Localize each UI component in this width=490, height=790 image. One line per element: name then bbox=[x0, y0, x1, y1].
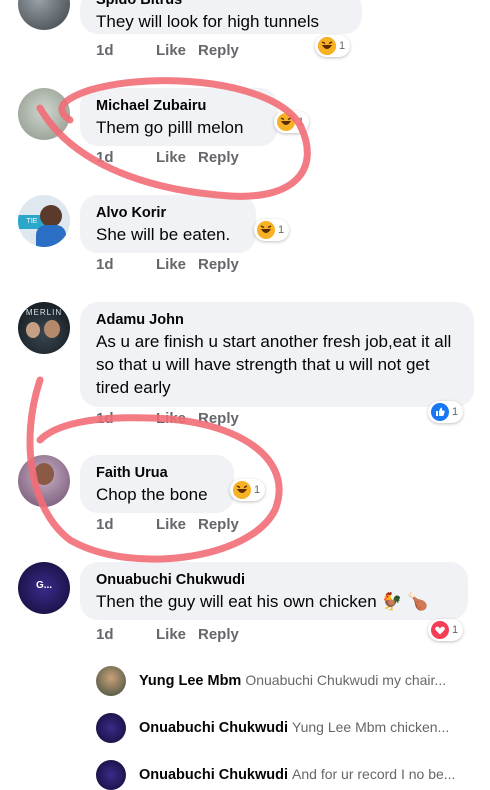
haha-icon bbox=[277, 113, 295, 131]
haha-icon bbox=[318, 37, 336, 55]
comment-author[interactable]: Onuabuchi Chukwudi bbox=[96, 571, 454, 589]
reply-author-name[interactable]: Onuabuchi Chukwudi bbox=[139, 767, 288, 783]
comment-time[interactable]: 1d bbox=[96, 256, 156, 273]
reply-button[interactable]: Reply bbox=[198, 42, 239, 59]
reaction-count: 1 bbox=[339, 40, 346, 52]
comment-time[interactable]: 1d bbox=[96, 410, 156, 427]
comment-bubble: Michael Zubairu Them go pilll melon bbox=[80, 88, 278, 146]
comment-author[interactable]: Spido Bitrus bbox=[96, 0, 348, 9]
avatar[interactable] bbox=[96, 713, 126, 743]
comment-actions: 1d Like Reply bbox=[96, 149, 239, 166]
avatar-label: G... bbox=[35, 580, 53, 591]
like-button[interactable]: Like bbox=[156, 626, 198, 643]
haha-icon bbox=[257, 221, 275, 239]
reply-button[interactable]: Reply bbox=[198, 256, 239, 273]
like-button[interactable]: Like bbox=[156, 516, 198, 533]
reply-author-name[interactable]: Yung Lee Mbm bbox=[139, 673, 241, 689]
reaction-badge[interactable]: 1 bbox=[254, 219, 290, 241]
reaction-badge[interactable]: 1 bbox=[274, 111, 310, 133]
reply-snippet: And for ur record I no be... bbox=[292, 766, 456, 782]
comment-bubble: Alvo Korir She will be eaten. bbox=[80, 195, 256, 253]
reaction-badge[interactable]: 1 bbox=[315, 35, 351, 57]
reply-button[interactable]: Reply bbox=[198, 149, 239, 166]
reply-item[interactable]: Onuabuchi Chukwudi Yung Lee Mbm chicken..… bbox=[96, 713, 486, 743]
comment-text: She will be eaten. bbox=[96, 225, 231, 244]
reaction-count: 1 bbox=[452, 406, 459, 418]
comment-bubble: Faith Urua Chop the bone bbox=[80, 455, 234, 513]
like-button[interactable]: Like bbox=[156, 42, 198, 59]
comment-text: Then the guy will eat his own chicken 🐓 … bbox=[96, 592, 429, 611]
comment-text: They will look for high tunnels bbox=[96, 12, 320, 31]
comment-author[interactable]: Alvo Korir bbox=[96, 204, 242, 222]
avatar[interactable]: MERLIN bbox=[18, 302, 70, 354]
comment-bubble: Spido Bitrus They will look for high tun… bbox=[80, 0, 362, 34]
comment-actions: 1d Like Reply bbox=[96, 516, 239, 533]
avatar[interactable] bbox=[96, 666, 126, 696]
reply-button[interactable]: Reply bbox=[198, 410, 239, 427]
reply-item[interactable]: Yung Lee Mbm Onuabuchi Chukwudi my chair.… bbox=[96, 666, 486, 696]
reply-snippet: Onuabuchi Chukwudi my chair... bbox=[245, 672, 447, 688]
reply-snippet: Yung Lee Mbm chicken... bbox=[292, 719, 450, 735]
like-button[interactable]: Like bbox=[156, 149, 198, 166]
comment-time[interactable]: 1d bbox=[96, 516, 156, 533]
reply-author[interactable]: Onuabuchi Chukwudi Yung Lee Mbm chicken..… bbox=[139, 719, 449, 736]
comment-text: Chop the bone bbox=[96, 485, 208, 504]
comment-time[interactable]: 1d bbox=[96, 42, 156, 59]
comment-actions: 1d Like Reply bbox=[96, 42, 239, 59]
avatar-label: MERLIN bbox=[25, 308, 63, 317]
like-button[interactable]: Like bbox=[156, 256, 198, 273]
reply-author[interactable]: Onuabuchi Chukwudi And for ur record I no… bbox=[139, 766, 455, 783]
reaction-count: 1 bbox=[452, 624, 459, 636]
reply-author-name[interactable]: Onuabuchi Chukwudi bbox=[139, 720, 288, 736]
reaction-badge[interactable]: 1 bbox=[428, 619, 464, 641]
reaction-badge[interactable]: 1 bbox=[230, 479, 266, 501]
comment-time[interactable]: 1d bbox=[96, 626, 156, 643]
comment-bubble: Onuabuchi Chukwudi Then the guy will eat… bbox=[80, 562, 468, 620]
comment-actions: 1d Like Reply bbox=[96, 626, 239, 643]
comment-author[interactable]: Michael Zubairu bbox=[96, 97, 264, 115]
reaction-count: 1 bbox=[278, 224, 285, 236]
love-icon bbox=[431, 621, 449, 639]
comment-author[interactable]: Adamu John bbox=[96, 311, 460, 329]
comment-text: Them go pilll melon bbox=[96, 118, 244, 137]
comment-time[interactable]: 1d bbox=[96, 149, 156, 166]
avatar[interactable] bbox=[96, 760, 126, 790]
comment-author[interactable]: Faith Urua bbox=[96, 464, 220, 482]
reaction-badge[interactable]: 1 bbox=[428, 401, 464, 423]
avatar[interactable] bbox=[18, 88, 70, 140]
comment-actions: 1d Like Reply bbox=[96, 256, 239, 273]
avatar[interactable] bbox=[18, 0, 70, 30]
avatar[interactable]: TIE bbox=[18, 195, 70, 247]
comment-bubble: Adamu John As u are finish u start anoth… bbox=[80, 302, 474, 407]
reply-button[interactable]: Reply bbox=[198, 626, 239, 643]
comment-text: As u are finish u start another fresh jo… bbox=[96, 332, 452, 397]
comment-actions: 1d Like Reply bbox=[96, 410, 239, 427]
reply-item[interactable]: Onuabuchi Chukwudi And for ur record I no… bbox=[96, 760, 486, 790]
reaction-count: 1 bbox=[254, 484, 261, 496]
reply-author[interactable]: Yung Lee Mbm Onuabuchi Chukwudi my chair.… bbox=[139, 672, 446, 689]
haha-icon bbox=[233, 481, 251, 499]
reply-button[interactable]: Reply bbox=[198, 516, 239, 533]
like-icon bbox=[431, 403, 449, 421]
reaction-count: 1 bbox=[298, 116, 305, 128]
avatar[interactable] bbox=[18, 455, 70, 507]
like-button[interactable]: Like bbox=[156, 410, 198, 427]
avatar[interactable]: G... bbox=[18, 562, 70, 614]
